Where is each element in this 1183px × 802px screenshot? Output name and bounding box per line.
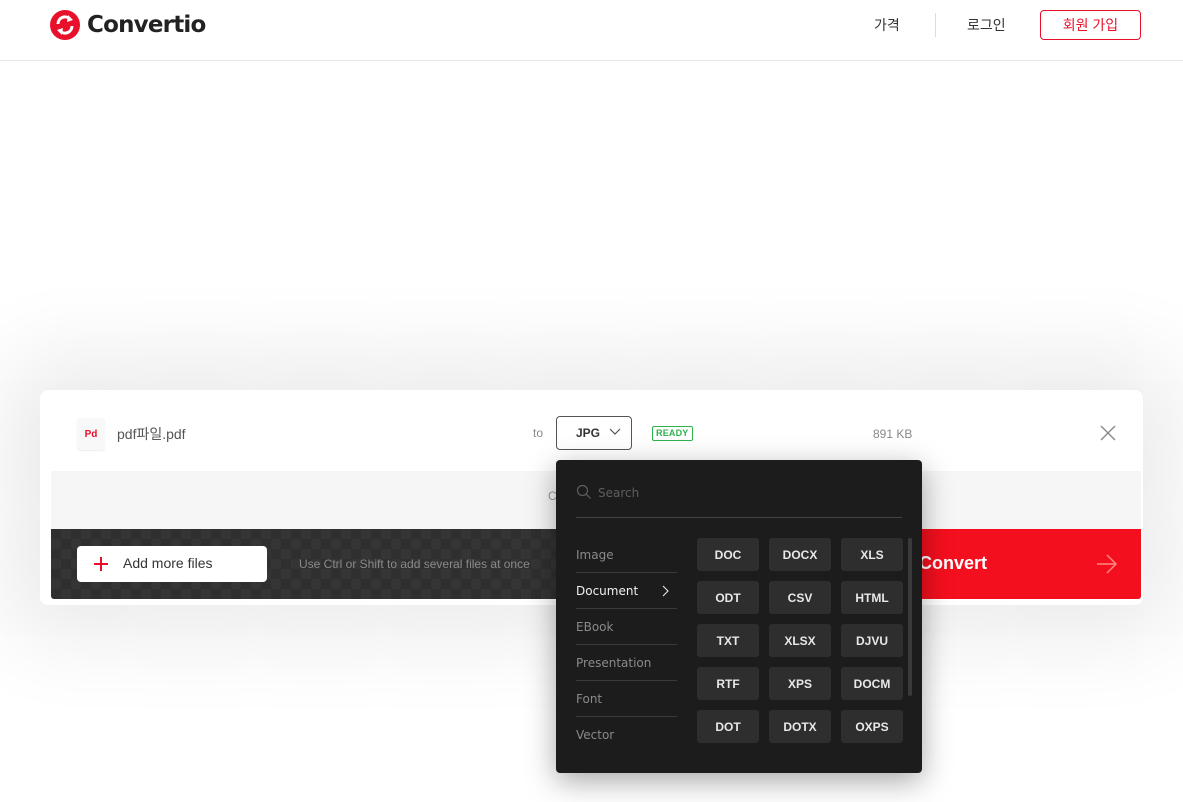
format-option[interactable]: XLS (841, 538, 903, 571)
format-option[interactable]: DOT (697, 710, 759, 743)
target-format-select[interactable]: JPG (556, 416, 632, 450)
chevron-right-icon (662, 585, 669, 597)
convert-button[interactable]: Convert (901, 529, 1141, 599)
format-option[interactable]: ODT (697, 581, 759, 614)
file-size: 891 KB (873, 427, 913, 441)
format-option[interactable]: OXPS (841, 710, 903, 743)
close-icon[interactable] (1099, 424, 1117, 442)
category-ebook[interactable]: EBook (576, 609, 677, 645)
category-vector[interactable]: Vector (576, 717, 677, 753)
nav-login-link[interactable]: 로그인 (967, 15, 1006, 35)
multi-select-hint: Use Ctrl or Shift to add several files a… (299, 557, 530, 571)
add-more-files-label: Add more files (123, 555, 213, 571)
format-option[interactable]: RTF (697, 667, 759, 700)
format-grid-scrollbar[interactable] (908, 538, 912, 696)
add-more-files-button[interactable]: Add more files (77, 546, 267, 582)
status-badge: READY (652, 426, 693, 441)
format-option[interactable]: DOC (697, 538, 759, 571)
format-option[interactable]: DOTX (769, 710, 831, 743)
format-option[interactable]: XPS (769, 667, 831, 700)
category-document[interactable]: Document (576, 573, 677, 609)
arrow-right-icon (1097, 554, 1118, 574)
file-name: pdf파일.pdf (117, 426, 186, 442)
logo-text: Convertio (87, 12, 206, 38)
to-label: to (533, 426, 544, 440)
convertio-logo-icon (50, 10, 80, 40)
format-option[interactable]: XLSX (769, 624, 831, 657)
category-label: Font (576, 692, 603, 706)
category-label: EBook (576, 620, 614, 634)
format-dropdown: Image Document EBook Presentation Font V… (556, 460, 922, 773)
convert-label: Convert (919, 553, 988, 573)
category-presentation[interactable]: Presentation (576, 645, 677, 681)
format-option[interactable]: DJVU (841, 624, 903, 657)
nav-divider (935, 13, 936, 37)
category-label: Vector (576, 728, 615, 742)
chevron-down-icon (609, 428, 621, 435)
category-label: Document (576, 584, 639, 598)
nav-pricing-link[interactable]: 가격 (874, 15, 900, 35)
category-label: Presentation (576, 656, 652, 670)
format-option[interactable]: TXT (697, 624, 759, 657)
file-row: Pd pdf파일.pdf to JPG READY 891 KB (51, 402, 1141, 465)
format-category-list: Image Document EBook Presentation Font V… (576, 537, 677, 753)
category-label: Image (576, 548, 614, 562)
format-search (576, 480, 902, 518)
site-header: Convertio 가격 로그인 회원 가입 (0, 0, 1183, 61)
format-grid: DOC DOCX XLS ODT CSV HTML TXT XLSX DJVU … (697, 538, 903, 743)
format-search-input[interactable] (598, 483, 898, 503)
logo[interactable]: Convertio (50, 10, 206, 40)
file-type-icon: Pd (77, 418, 105, 450)
format-option[interactable]: CSV (769, 581, 831, 614)
category-image[interactable]: Image (576, 537, 677, 573)
target-format-value: JPG (576, 426, 601, 440)
format-option[interactable]: DOCM (841, 667, 903, 700)
format-option[interactable]: HTML (841, 581, 903, 614)
plus-icon (94, 557, 108, 571)
signup-button[interactable]: 회원 가입 (1040, 10, 1141, 40)
format-option[interactable]: DOCX (769, 538, 831, 571)
category-font[interactable]: Font (576, 681, 677, 717)
search-icon (576, 484, 591, 499)
